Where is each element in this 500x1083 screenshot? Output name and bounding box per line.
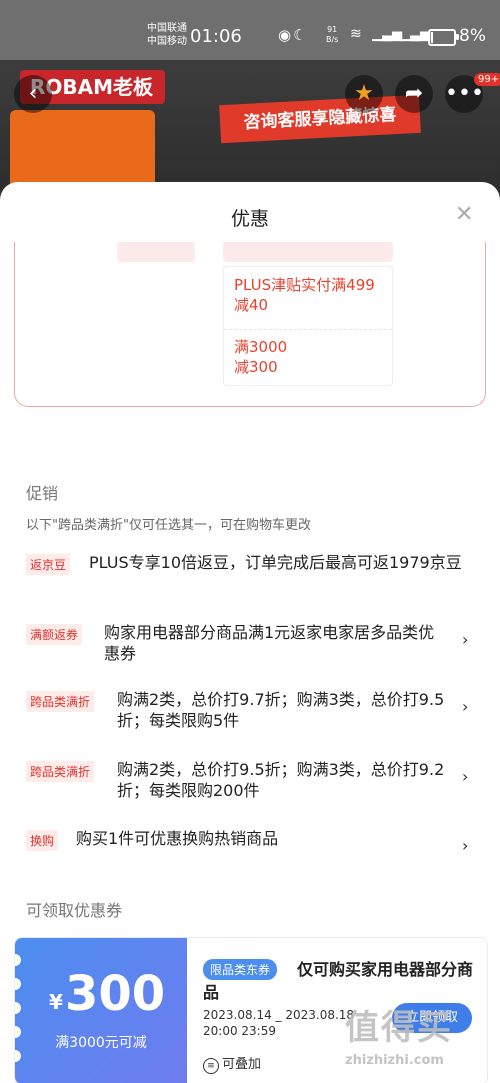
chevron-right-icon: ›: [462, 767, 469, 786]
offer-divider: [224, 329, 392, 330]
share-icon: ➦: [404, 81, 424, 106]
coupon-panel: PLUS津贴实付满499 减40 满3000 减300: [14, 242, 486, 407]
stack-icon: ≡: [203, 1058, 219, 1074]
promo-tag: 跨品类满折: [26, 691, 95, 712]
promo-tag: 返京豆: [26, 554, 71, 575]
signal-4g-icon: ▁▃▅: [400, 27, 430, 42]
battery-icon: [428, 29, 459, 46]
promo-tag: 跨品类满折: [26, 761, 95, 782]
network-speed-unit: B/s: [326, 35, 339, 44]
coupon-time-range: 20:00 23:59: [203, 1024, 276, 1038]
coupon-amount-panel: ¥ 300 满3000元可减: [15, 938, 187, 1083]
promo-text: 购家用电器部分商品满1元返家电家居多品类优惠券: [104, 623, 435, 663]
battery-percent: 8%: [459, 26, 486, 46]
offer-3000[interactable]: 满3000 减300: [234, 337, 287, 377]
status-bar: 中国联通 中国移动 01:06 ◉☾ 91 B/s ≋ ▁▃▅ ▁▃▅ 8%: [0, 0, 500, 60]
carrier-2: 中国移动: [147, 36, 187, 47]
category-tag: 限品类东券: [203, 959, 278, 980]
network-speed: 91 B/s: [326, 25, 338, 45]
coupon-condition: 满3000元可减: [55, 1035, 147, 1051]
back-button[interactable]: ‹: [14, 75, 52, 113]
chevron-right-icon: ›: [462, 836, 469, 855]
coupon-stub-right: [223, 242, 393, 262]
chevron-left-icon: ‹: [28, 81, 38, 106]
watermark-url: zhizhizhi.com: [345, 1053, 444, 1068]
watermark: 值得买 zhizhizhi.com: [345, 1000, 453, 1068]
currency-sign: ¥: [49, 990, 63, 1014]
share-button[interactable]: ➦: [395, 75, 433, 113]
coupon-amount: 300: [65, 966, 166, 1022]
offer-plus-line2: 减40: [234, 296, 269, 314]
offer-3000-line1: 满3000: [234, 338, 288, 356]
wifi-icon: ≋: [350, 26, 362, 42]
stackable-label: 可叠加: [222, 1057, 262, 1072]
moon-icon: ☾: [293, 26, 309, 44]
promotions-note: 以下"跨品类满折"仅可任选其一，可在购物车更改: [26, 518, 311, 533]
offer-plus[interactable]: PLUS津贴实付满499 减40: [234, 275, 375, 315]
star-icon: ★: [354, 81, 374, 106]
carrier-names: 中国联通 中国移动: [147, 22, 187, 48]
more-badge: 99+: [474, 73, 500, 86]
carrier-1: 中国联通: [147, 23, 187, 34]
signal-5g-icon: ▁▃▅: [372, 27, 402, 42]
favorite-button[interactable]: ★: [345, 75, 383, 113]
coupons-title: 可领取优惠券: [26, 901, 123, 920]
promo-text: 购满2类，总价打9.7折；购满3类，总价打9.5折；每类限购5件: [117, 690, 445, 730]
promo-text: PLUS专享10倍返豆，订单完成后最高可返1979京豆: [89, 553, 462, 572]
offer-plus-line1: PLUS津贴实付满499: [234, 276, 375, 294]
promo-text: 购满2类，总价打9.5折；购满3类，总价打9.2折；每类限购200件: [117, 760, 445, 800]
coupon-stub-left: [117, 242, 195, 262]
status-icons: ◉☾: [278, 26, 309, 44]
close-icon[interactable]: ✕: [455, 202, 473, 227]
offer-list: PLUS津贴实付满499 减40 满3000 减300: [223, 266, 393, 386]
chevron-right-icon: ›: [462, 630, 469, 649]
battery-fill: [431, 32, 433, 43]
offer-3000-line2: 减300: [234, 358, 278, 376]
discount-sheet: 优惠 ✕ PLUS津贴实付满499 减40 满3000 减300 促销 以下"跨…: [0, 182, 500, 1083]
promo-tag: 满额返券: [26, 624, 83, 645]
watermark-logo: 值得买: [345, 1008, 453, 1048]
coupon-validity: 2023.08.14 _ 2023.08.18 20:00 23:59: [203, 1007, 354, 1039]
eye-icon: ◉: [278, 26, 294, 44]
network-speed-value: 91: [327, 25, 338, 34]
coupon-date-range: 2023.08.14 _ 2023.08.18: [203, 1008, 355, 1022]
banner-promo-text: 咨询客服享隐藏惊喜: [219, 94, 421, 144]
sheet-title: 优惠: [230, 208, 269, 230]
promotions-title: 促销: [26, 484, 59, 503]
stackable-row: ≡ 可叠加: [203, 1053, 261, 1074]
clock: 01:06: [190, 26, 242, 47]
card-notch: [15, 1002, 21, 1014]
chevron-right-icon: ›: [462, 697, 469, 716]
card-notch: [15, 978, 21, 990]
promo-text: 购买1件可优惠换购热销商品: [76, 829, 279, 848]
promo-tag: 换购: [26, 830, 59, 851]
card-notch: [15, 954, 21, 966]
